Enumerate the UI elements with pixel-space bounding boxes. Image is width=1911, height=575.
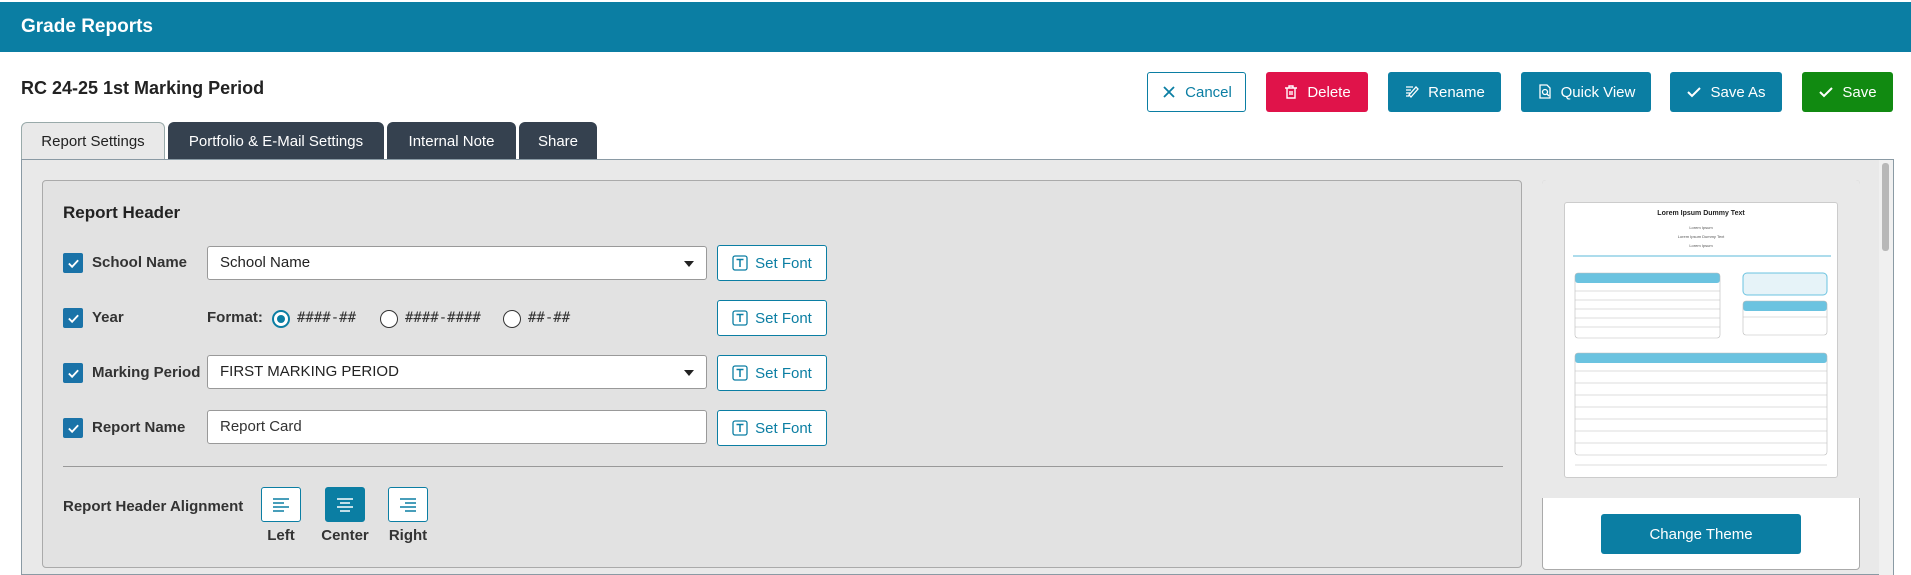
rename-label: Rename xyxy=(1428,83,1485,101)
text-font-icon xyxy=(732,310,748,326)
align-right-icon xyxy=(400,497,416,512)
save-label: Save xyxy=(1842,83,1877,101)
align-right-button[interactable] xyxy=(388,487,428,522)
set-font-label: Set Font xyxy=(755,309,812,327)
check-icon xyxy=(1687,87,1702,98)
report-title: RC 24-25 1st Marking Period xyxy=(21,78,265,98)
align-center-caption: Center xyxy=(321,527,369,544)
trash-icon xyxy=(1285,85,1298,99)
checkmark-icon xyxy=(67,369,79,378)
set-font-label: Set Font xyxy=(755,419,812,437)
checkmark-icon xyxy=(67,424,79,433)
preview-doc-title: Lorem Ipsum Dummy Text xyxy=(1657,210,1745,217)
school-name-label: School Name xyxy=(92,254,188,271)
section-divider xyxy=(63,466,1503,467)
tab-report-settings[interactable]: Report Settings xyxy=(21,122,165,160)
year-format-radio-3[interactable] xyxy=(503,310,521,328)
chevron-down-icon xyxy=(684,370,694,376)
report-name-checkbox[interactable] xyxy=(63,418,83,438)
edit-icon xyxy=(1406,86,1420,98)
align-right-caption: Right xyxy=(388,527,428,544)
rename-button[interactable]: Rename xyxy=(1388,72,1501,112)
scrollbar-thumb[interactable] xyxy=(1882,163,1889,251)
year-format-option-3: ##-## xyxy=(528,310,571,326)
marking-period-checkbox[interactable] xyxy=(63,363,83,383)
year-format-option-1: ####-## xyxy=(297,310,357,326)
section-title: Report Header xyxy=(63,203,181,222)
delete-button[interactable]: Delete xyxy=(1266,72,1368,112)
report-name-label: Report Name xyxy=(92,419,186,436)
align-center-icon xyxy=(337,497,353,512)
quick-view-label: Quick View xyxy=(1560,83,1636,101)
school-name-select[interactable]: School Name xyxy=(207,246,707,280)
school-name-set-font-button[interactable]: Set Font xyxy=(717,245,827,281)
set-font-label: Set Font xyxy=(755,364,812,382)
text-font-icon xyxy=(732,365,748,381)
quick-view-button[interactable]: Quick View xyxy=(1521,72,1651,112)
checkmark-icon xyxy=(67,314,79,323)
align-left-icon xyxy=(273,497,289,512)
set-font-label: Set Font xyxy=(755,254,812,272)
year-format-radio-2[interactable] xyxy=(380,310,398,328)
change-theme-button[interactable]: Change Theme xyxy=(1601,514,1801,554)
tab-portfolio-email-settings[interactable]: Portfolio & E-Mail Settings xyxy=(168,122,384,160)
text-font-icon xyxy=(732,255,748,271)
school-name-checkbox[interactable] xyxy=(63,253,83,273)
marking-period-label: Marking Period xyxy=(92,364,201,381)
tab-bar: Report Settings Portfolio & E-Mail Setti… xyxy=(21,122,597,160)
align-center-button[interactable] xyxy=(325,487,365,522)
year-format-radio-1[interactable] xyxy=(272,310,290,328)
document-search-icon xyxy=(1538,84,1551,99)
report-name-set-font-button[interactable]: Set Font xyxy=(717,410,827,446)
preview-doc-line2: Lorem Ipsum Dummy Text xyxy=(1677,234,1725,239)
chevron-down-icon xyxy=(684,261,694,267)
marking-period-value: FIRST MARKING PERIOD xyxy=(220,363,399,380)
year-set-font-button[interactable]: Set Font xyxy=(717,300,827,336)
year-checkbox[interactable] xyxy=(63,308,83,328)
save-as-label: Save As xyxy=(1710,83,1766,101)
save-as-button[interactable]: Save As xyxy=(1670,72,1782,112)
cancel-label: Cancel xyxy=(1185,83,1232,101)
marking-period-select[interactable]: FIRST MARKING PERIOD xyxy=(207,355,707,389)
text-font-icon xyxy=(732,420,748,436)
tab-internal-note[interactable]: Internal Note xyxy=(387,122,516,160)
check-icon xyxy=(1819,87,1834,98)
align-left-caption: Left xyxy=(267,527,295,544)
cancel-button[interactable]: Cancel xyxy=(1147,72,1246,112)
marking-period-set-font-button[interactable]: Set Font xyxy=(717,355,827,391)
delete-label: Delete xyxy=(1307,83,1351,101)
tab-share[interactable]: Share xyxy=(519,122,597,160)
year-label: Year xyxy=(92,309,124,326)
alignment-label: Report Header Alignment xyxy=(63,498,244,515)
align-left-button[interactable] xyxy=(261,487,301,522)
year-format-option-2: ####-#### xyxy=(405,310,481,326)
close-icon xyxy=(1163,86,1175,98)
app-title: Grade Reports xyxy=(21,16,153,37)
checkmark-icon xyxy=(67,259,79,268)
app-header: Grade Reports xyxy=(0,0,1911,52)
report-name-input[interactable]: Report Card xyxy=(207,410,707,444)
school-name-value: School Name xyxy=(220,254,311,271)
save-button[interactable]: Save xyxy=(1802,72,1893,112)
year-format-label: Format: xyxy=(207,309,263,326)
preview-doc-subtitle: Lorem Ipsum xyxy=(1689,225,1713,230)
preview-doc-line3: Lorem Ipsum xyxy=(1689,243,1713,248)
